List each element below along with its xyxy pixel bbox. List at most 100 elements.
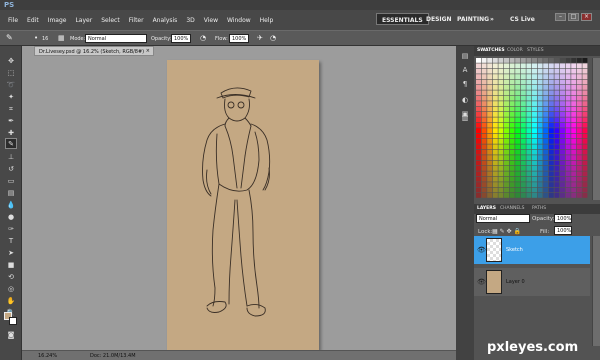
swatch[interactable] xyxy=(565,193,571,198)
swatch[interactable] xyxy=(515,176,521,182)
menu-filter[interactable]: Filter xyxy=(129,17,144,24)
swatch[interactable] xyxy=(504,166,509,171)
menu-analysis[interactable]: Analysis xyxy=(153,17,178,24)
swatch[interactable] xyxy=(576,166,582,171)
swatch[interactable] xyxy=(492,101,498,106)
swatch[interactable] xyxy=(537,79,543,85)
swatch[interactable] xyxy=(582,101,588,106)
swatch[interactable] xyxy=(509,58,515,63)
swatch[interactable] xyxy=(481,149,487,155)
workspace-more[interactable]: » xyxy=(485,13,499,25)
swatch[interactable] xyxy=(543,74,549,79)
pressure-opacity-icon[interactable]: ◔ xyxy=(200,34,206,42)
swatch[interactable] xyxy=(554,171,560,177)
swatch[interactable] xyxy=(571,139,577,144)
swatch[interactable] xyxy=(560,79,565,85)
swatch[interactable] xyxy=(481,128,487,133)
lock-icons[interactable]: ▦ ✎ ✥ 🔒 xyxy=(492,228,521,235)
swatch[interactable] xyxy=(560,128,565,133)
swatch[interactable] xyxy=(504,79,509,85)
menu-layer[interactable]: Layer xyxy=(75,17,92,24)
swatch[interactable] xyxy=(560,63,565,69)
swatch[interactable] xyxy=(548,58,554,63)
swatch[interactable] xyxy=(520,128,526,133)
mini-bridge-icon[interactable]: ▤ xyxy=(459,52,471,63)
swatch[interactable] xyxy=(476,68,481,74)
swatch[interactable] xyxy=(520,117,526,123)
swatch[interactable] xyxy=(526,95,532,101)
swatch[interactable] xyxy=(476,182,481,187)
swatch[interactable] xyxy=(571,58,577,63)
swatch[interactable] xyxy=(571,122,577,128)
marquee-tool-icon[interactable]: ⬚ xyxy=(5,68,17,79)
menu-image[interactable]: Image xyxy=(48,17,67,24)
swatch[interactable] xyxy=(554,187,560,193)
swatch[interactable] xyxy=(571,193,577,198)
quick-mask-icon[interactable]: ◙ xyxy=(5,330,17,341)
brush-size[interactable]: 16 xyxy=(42,36,48,42)
swatch[interactable] xyxy=(515,58,521,63)
swatch[interactable] xyxy=(537,63,543,69)
swatch[interactable] xyxy=(554,122,560,128)
swatch[interactable] xyxy=(565,187,571,193)
swatch[interactable] xyxy=(526,106,532,112)
swatch[interactable] xyxy=(554,95,560,101)
swatch[interactable] xyxy=(515,133,521,139)
swatch[interactable] xyxy=(560,90,565,96)
menu-select[interactable]: Select xyxy=(101,17,120,24)
swatch[interactable] xyxy=(520,101,526,106)
swatch[interactable] xyxy=(515,112,521,117)
swatch[interactable] xyxy=(543,90,549,96)
swatch[interactable] xyxy=(481,176,487,182)
swatch[interactable] xyxy=(548,117,554,123)
swatch[interactable] xyxy=(504,187,509,193)
swatch[interactable] xyxy=(571,79,577,85)
swatch[interactable] xyxy=(509,74,515,79)
close-document-icon[interactable]: × xyxy=(146,48,150,54)
swatch[interactable] xyxy=(565,79,571,85)
dodge-tool-icon[interactable]: ● xyxy=(5,212,17,223)
swatch[interactable] xyxy=(537,144,543,150)
swatch[interactable] xyxy=(476,63,481,69)
swatch[interactable] xyxy=(571,149,577,155)
swatch[interactable] xyxy=(548,133,554,139)
swatch[interactable] xyxy=(481,133,487,139)
swatch[interactable] xyxy=(520,149,526,155)
swatch[interactable] xyxy=(554,112,560,117)
swatch[interactable] xyxy=(515,187,521,193)
swatch[interactable] xyxy=(543,176,549,182)
swatch[interactable] xyxy=(492,95,498,101)
swatch[interactable] xyxy=(498,160,504,166)
swatch[interactable] xyxy=(560,85,565,90)
swatch[interactable] xyxy=(526,176,532,182)
swatch[interactable] xyxy=(554,155,560,160)
swatch[interactable] xyxy=(492,149,498,155)
swatch[interactable] xyxy=(476,187,481,193)
swatch[interactable] xyxy=(526,166,532,171)
flow-field[interactable]: 100% xyxy=(229,34,249,43)
swatch[interactable] xyxy=(520,95,526,101)
swatch[interactable] xyxy=(476,79,481,85)
swatches-grid[interactable] xyxy=(476,58,588,200)
swatch[interactable] xyxy=(548,139,554,144)
swatch[interactable] xyxy=(548,193,554,198)
swatch[interactable] xyxy=(487,133,493,139)
swatch[interactable] xyxy=(526,155,532,160)
menu-3d[interactable]: 3D xyxy=(186,17,194,24)
swatch[interactable] xyxy=(509,112,515,117)
swatch[interactable] xyxy=(526,171,532,177)
history-brush-tool-icon[interactable]: ↺ xyxy=(5,164,17,175)
swatch[interactable] xyxy=(554,128,560,133)
swatch[interactable] xyxy=(565,68,571,74)
swatch[interactable] xyxy=(476,139,481,144)
swatch[interactable] xyxy=(481,85,487,90)
menu-file[interactable]: File xyxy=(8,17,18,24)
swatch[interactable] xyxy=(554,133,560,139)
swatch[interactable] xyxy=(476,85,481,90)
swatch[interactable] xyxy=(498,90,504,96)
swatch[interactable] xyxy=(481,144,487,150)
swatch[interactable] xyxy=(532,63,537,69)
swatch[interactable] xyxy=(504,112,509,117)
swatch[interactable] xyxy=(476,74,481,79)
swatch[interactable] xyxy=(504,128,509,133)
